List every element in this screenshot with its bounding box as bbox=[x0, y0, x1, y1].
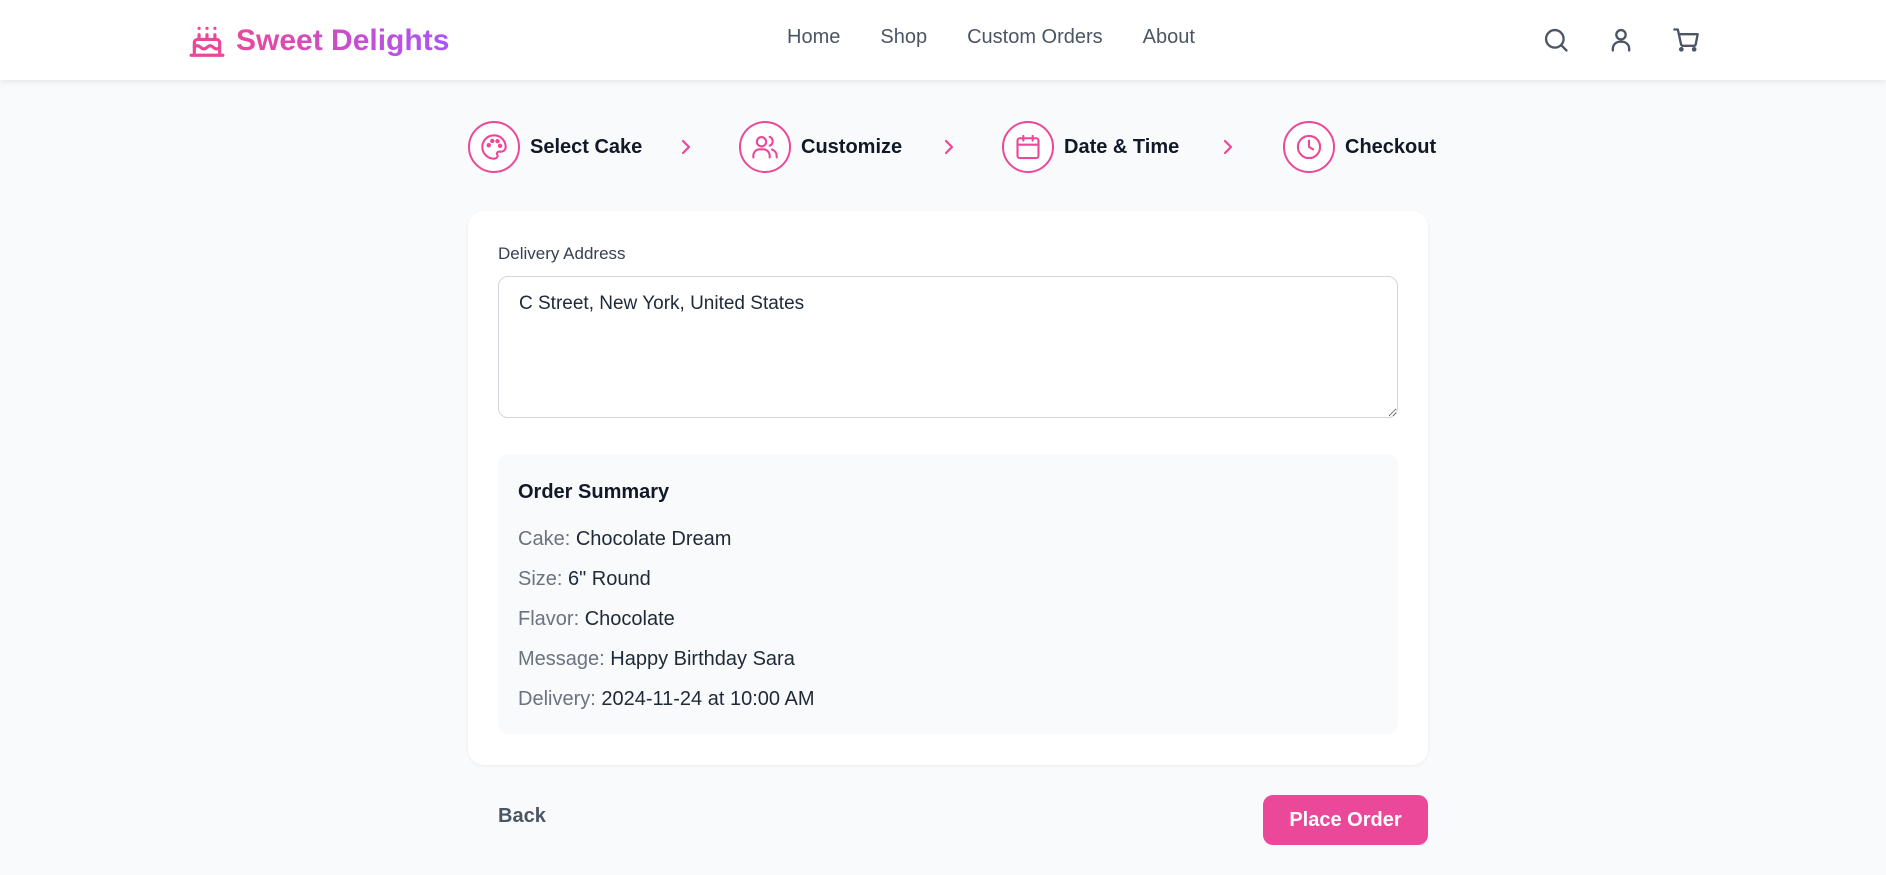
summary-value: Chocolate Dream bbox=[575, 528, 732, 550]
step-checkout[interactable]: Checkout bbox=[1283, 121, 1436, 173]
nav-home[interactable]: Home bbox=[787, 26, 840, 49]
palette-icon bbox=[481, 134, 507, 160]
step-select-cake[interactable]: Select Cake bbox=[468, 121, 642, 173]
summary-value: 6" Round bbox=[568, 568, 651, 590]
chevron-right-icon bbox=[1223, 139, 1233, 155]
summary-row-flavor: Flavor: Chocolate bbox=[518, 608, 675, 631]
nav-about[interactable]: About bbox=[1143, 26, 1195, 49]
brand-name: Sweet Delights bbox=[236, 24, 450, 57]
step-date-time[interactable]: Date & Time bbox=[1002, 121, 1179, 173]
summary-row-size: Size: 6" Round bbox=[518, 568, 651, 591]
delivery-address-field[interactable]: C Street, New York, United States bbox=[498, 276, 1398, 418]
delivery-address-label: Delivery Address bbox=[498, 244, 626, 263]
search-icon[interactable] bbox=[1542, 26, 1570, 54]
summary-row-message: Message: Happy Birthday Sara bbox=[518, 648, 795, 671]
summary-row-delivery: Delivery: 2024-11-24 at 10:00 AM bbox=[518, 688, 814, 711]
step-icon-circle bbox=[739, 121, 791, 173]
nav-custom-orders[interactable]: Custom Orders bbox=[967, 26, 1103, 49]
main-nav: Home Shop Custom Orders About bbox=[787, 26, 1195, 49]
summary-key: Delivery: bbox=[518, 688, 596, 710]
summary-key: Size: bbox=[518, 568, 563, 590]
brand-logo[interactable]: Sweet Delights bbox=[188, 22, 449, 60]
step-label: Checkout bbox=[1345, 135, 1437, 158]
nav-shop[interactable]: Shop bbox=[880, 26, 927, 49]
step-icon-circle bbox=[468, 121, 520, 173]
summary-key: Flavor: bbox=[518, 608, 580, 630]
cart-icon[interactable] bbox=[1672, 26, 1700, 54]
clock-icon bbox=[1296, 134, 1322, 160]
summary-value: 2024-11-24 at 10:00 AM bbox=[601, 688, 815, 710]
chevron-right-icon bbox=[681, 139, 691, 155]
order-summary: Order Summary Cake: Chocolate Dream Size… bbox=[498, 454, 1398, 734]
order-summary-title: Order Summary bbox=[518, 481, 670, 503]
chevron-right-icon bbox=[944, 139, 954, 155]
step-label: Date & Time bbox=[1064, 135, 1180, 158]
step-customize[interactable]: Customize bbox=[739, 121, 902, 173]
step-label: Customize bbox=[801, 135, 903, 158]
user-icon[interactable] bbox=[1607, 26, 1635, 54]
summary-row-cake: Cake: Chocolate Dream bbox=[518, 528, 731, 551]
summary-key: Message: bbox=[518, 648, 605, 670]
step-icon-circle bbox=[1002, 121, 1054, 173]
header-actions bbox=[1542, 26, 1700, 54]
summary-key: Cake: bbox=[518, 528, 571, 550]
summary-value: Chocolate bbox=[584, 608, 675, 630]
back-button[interactable]: Back bbox=[498, 805, 546, 828]
summary-value: Happy Birthday Sara bbox=[610, 648, 795, 670]
calendar-icon bbox=[1016, 134, 1040, 160]
top-header: Sweet Delights Home Shop Custom Orders A… bbox=[0, 0, 1886, 80]
cake-icon bbox=[189, 26, 225, 57]
checkout-steps: Select Cake Customize Date & Time Checko… bbox=[468, 121, 1436, 173]
users-icon bbox=[752, 135, 778, 159]
checkout-card: Delivery Address C Street, New York, Uni… bbox=[468, 211, 1428, 765]
step-icon-circle bbox=[1283, 121, 1335, 173]
step-label: Select Cake bbox=[530, 135, 643, 158]
place-order-button[interactable]: Place Order bbox=[1263, 795, 1428, 845]
